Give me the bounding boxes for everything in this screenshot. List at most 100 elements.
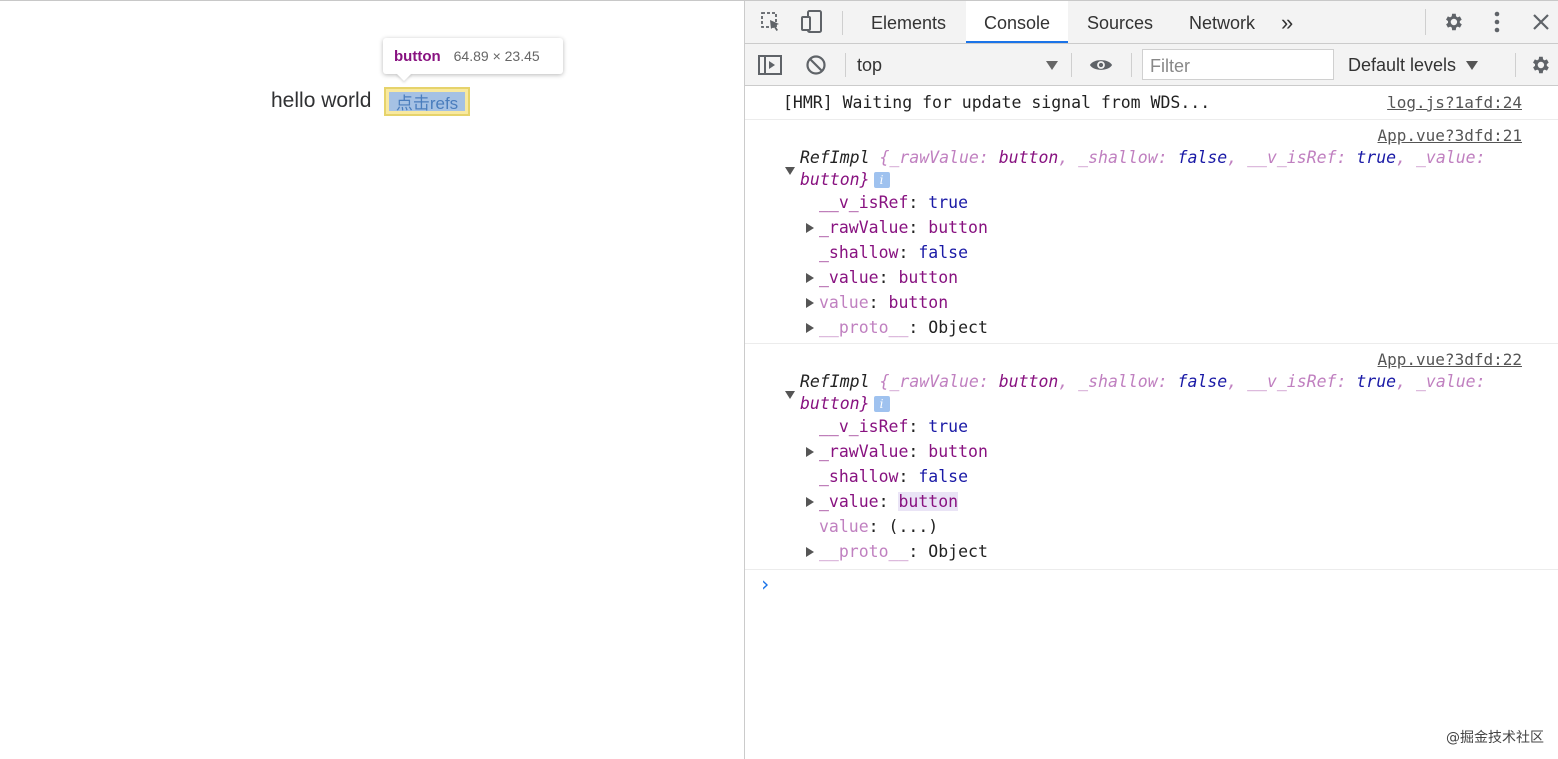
tabbar-separator <box>842 11 843 35</box>
refs-button-label: 点击refs <box>389 92 465 113</box>
console-message-log-2: App.vue?3dfd:22 RefImpl {_rawValue: butt… <box>745 344 1558 570</box>
prop-row-lazy[interactable]: value: (...) <box>819 517 938 536</box>
levels-dropdown-arrow-icon[interactable] <box>1466 61 1478 70</box>
prop-row: _shallow: false <box>819 243 969 262</box>
info-icon[interactable]: i <box>873 172 890 188</box>
watermark: @掘金技术社区 <box>1446 730 1544 746</box>
expand-triangle-icon[interactable] <box>806 497 814 507</box>
prop-value: button <box>898 492 959 511</box>
prop-value: button <box>928 218 988 237</box>
prop-value: button <box>898 268 959 287</box>
prop-value: button <box>888 293 949 312</box>
console-prompt-row[interactable]: › <box>745 570 1558 610</box>
lazy-getter-value[interactable]: (...) <box>889 517 939 536</box>
log-source-link[interactable]: App.vue?3dfd:22 <box>1378 350 1523 369</box>
sidebar-toggle-icon[interactable] <box>758 53 782 77</box>
prop-value: true <box>928 193 969 212</box>
context-dropdown-arrow-icon[interactable] <box>1046 61 1058 70</box>
tab-elements[interactable]: Elements <box>853 1 964 43</box>
prop-key: __v_isRef <box>819 193 909 212</box>
filter-input[interactable]: Filter <box>1142 49 1334 80</box>
tab-console[interactable]: Console <box>966 1 1069 43</box>
prop-key: value <box>819 293 869 312</box>
console-message-log-1: App.vue?3dfd:21 RefImpl {_rawValue: butt… <box>745 120 1558 344</box>
refs-button[interactable]: 点击refs <box>384 87 470 116</box>
prop-row[interactable]: _rawValue: button <box>819 442 988 461</box>
expand-triangle-icon[interactable] <box>806 447 814 457</box>
prop-key: _rawValue <box>819 218 909 237</box>
summary-value: true <box>1356 372 1397 391</box>
collapse-triangle-icon[interactable] <box>785 391 795 399</box>
summary-value: button <box>998 148 1059 167</box>
prop-value: Object <box>928 318 988 337</box>
console-message-hmr: [HMR] Waiting for update signal from WDS… <box>745 86 1558 120</box>
devtools-tabbar: Elements Console Sources Network » <box>745 1 1558 44</box>
inspect-element-icon[interactable] <box>759 10 783 34</box>
object-class-name: RefImpl <box>800 148 870 167</box>
more-tabs-icon[interactable]: » <box>1273 1 1301 43</box>
inspect-tooltip: button 64.89 × 23.45 <box>383 38 563 74</box>
toolbar-separator-4 <box>1515 53 1516 77</box>
context-selector[interactable]: top <box>857 55 882 76</box>
prop-row: __v_isRef: true <box>819 417 969 436</box>
summary-text: {_rawValue: <box>879 148 999 167</box>
object-summary-line-2[interactable]: button} i <box>800 394 890 413</box>
summary-value: button <box>998 372 1059 391</box>
prop-row[interactable]: __proto__: Object <box>819 542 988 561</box>
prop-key: __v_isRef <box>819 417 909 436</box>
prop-key: _rawValue <box>819 442 909 461</box>
expand-triangle-icon[interactable] <box>806 323 814 333</box>
close-icon[interactable] <box>1529 10 1553 34</box>
tab-network[interactable]: Network <box>1171 1 1273 43</box>
inspect-tooltip-dimensions: 64.89 × 23.45 <box>453 48 540 64</box>
expand-triangle-icon[interactable] <box>806 223 814 233</box>
prop-row[interactable]: _rawValue: button <box>819 218 988 237</box>
prop-row[interactable]: _value: button <box>819 268 958 287</box>
collapse-triangle-icon[interactable] <box>785 167 795 175</box>
toolbar-separator-2 <box>1071 53 1072 77</box>
prop-value: false <box>918 467 969 486</box>
device-toolbar-icon[interactable] <box>800 10 824 34</box>
more-vert-icon[interactable] <box>1485 10 1509 34</box>
object-summary-line-2[interactable]: button} i <box>800 170 890 189</box>
console-settings-gear-icon[interactable] <box>1528 53 1552 77</box>
expand-triangle-icon[interactable] <box>806 547 814 557</box>
summary-text: , _value: <box>1396 148 1486 167</box>
tab-sources[interactable]: Sources <box>1069 1 1171 43</box>
summary-text: , _shallow: <box>1058 372 1178 391</box>
settings-gear-icon[interactable] <box>1441 10 1465 34</box>
hmr-source-link[interactable]: log.js?1afd:24 <box>1387 93 1522 112</box>
summary-tail: button} <box>800 170 870 189</box>
console-output: [HMR] Waiting for update signal from WDS… <box>745 86 1558 610</box>
object-summary-line-1[interactable]: RefImpl {_rawValue: button, _shallow: fa… <box>800 148 1486 167</box>
hmr-message-text: [HMR] Waiting for update signal from WDS… <box>783 93 1211 112</box>
log-source-link[interactable]: App.vue?3dfd:21 <box>1378 126 1523 145</box>
clear-console-icon[interactable] <box>804 53 828 77</box>
prop-key: __proto__ <box>819 318 909 337</box>
prop-row: __v_isRef: true <box>819 193 969 212</box>
expand-triangle-icon[interactable] <box>806 273 814 283</box>
info-icon[interactable]: i <box>873 396 890 412</box>
object-summary-line-1[interactable]: RefImpl {_rawValue: button, _shallow: fa… <box>800 372 1486 391</box>
prop-row[interactable]: __proto__: Object <box>819 318 988 337</box>
summary-text: , _shallow: <box>1058 148 1178 167</box>
summary-value: false <box>1177 372 1228 391</box>
live-expression-eye-icon[interactable] <box>1089 53 1113 77</box>
page-viewport: hello world 点击refs button 64.89 × 23.45 <box>0 1 744 759</box>
prop-key: _shallow <box>819 467 899 486</box>
console-prompt-icon: › <box>759 572 772 596</box>
tabbar-separator-right <box>1425 9 1426 35</box>
summary-text: , _value: <box>1396 372 1486 391</box>
prop-row[interactable]: _value: button <box>819 492 959 511</box>
prop-key: value <box>819 517 869 536</box>
expand-triangle-icon[interactable] <box>806 298 814 308</box>
summary-text: , __v_isRef: <box>1227 148 1357 167</box>
console-toolbar: top Filter Default levels <box>745 44 1558 86</box>
summary-value: false <box>1177 148 1228 167</box>
prop-value: button <box>928 442 988 461</box>
prop-key: __proto__ <box>819 542 909 561</box>
summary-value: true <box>1356 148 1397 167</box>
prop-row[interactable]: value: button <box>819 293 948 312</box>
log-levels-dropdown[interactable]: Default levels <box>1348 55 1456 76</box>
toolbar-separator <box>845 53 846 77</box>
